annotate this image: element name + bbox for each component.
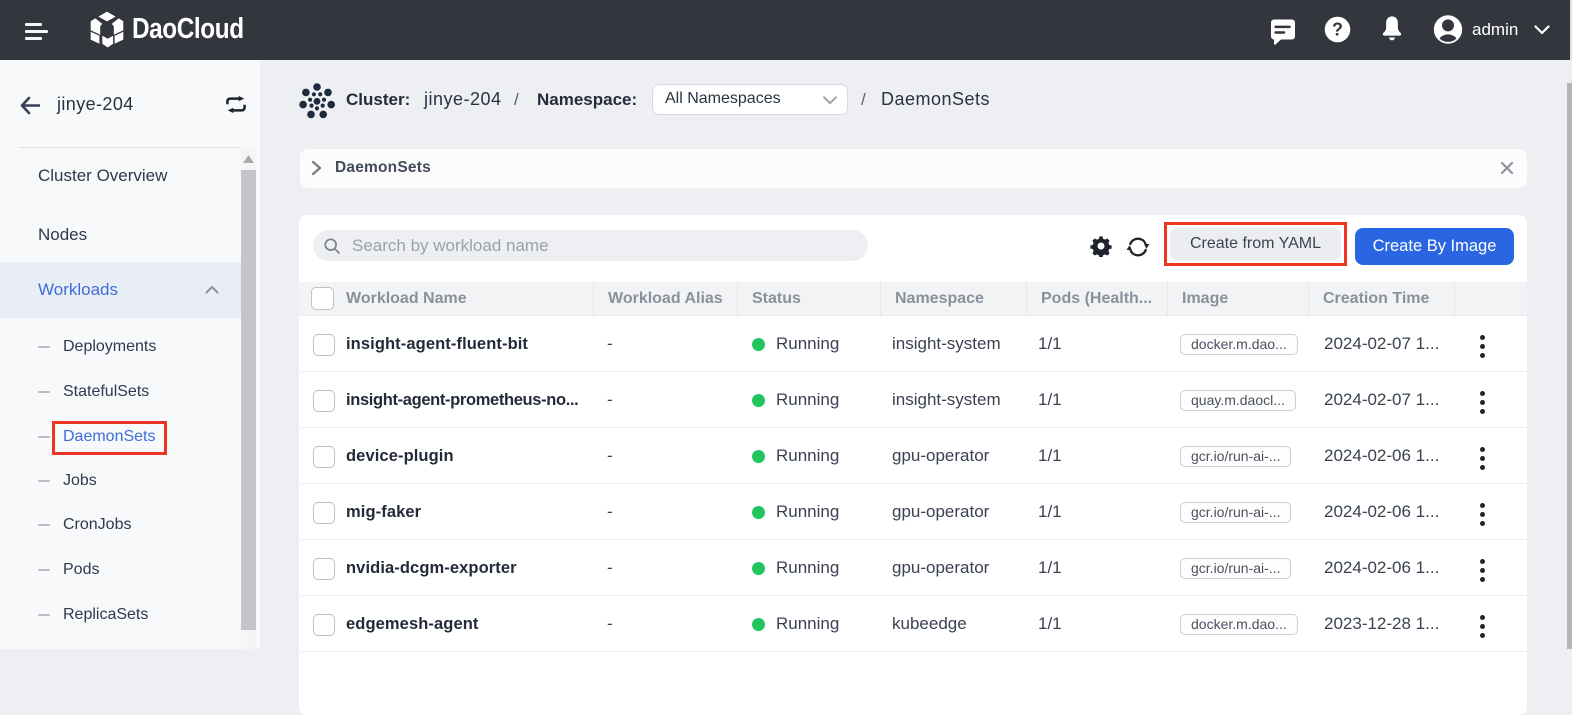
svg-text:?: ? — [1332, 20, 1343, 40]
